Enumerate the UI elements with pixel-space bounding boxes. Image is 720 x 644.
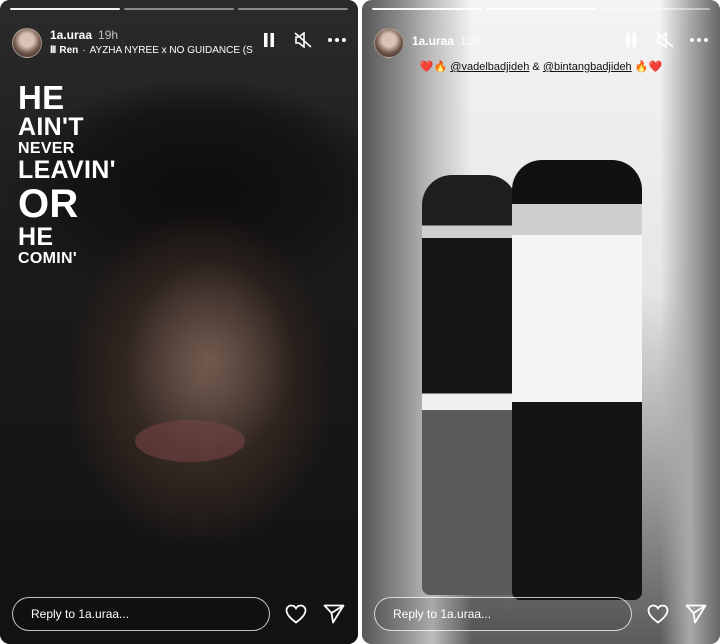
story-progress [372, 8, 710, 10]
more-icon[interactable] [690, 31, 708, 49]
story-header: 1a.uraa 13h [374, 28, 708, 58]
story-progress [10, 8, 348, 10]
person-figure [512, 160, 642, 600]
heart-icon[interactable] [646, 602, 670, 626]
mention-link[interactable]: @bintangbadjideh [543, 61, 632, 73]
send-icon[interactable] [684, 602, 708, 626]
emoji-lead: ❤️🔥 [419, 61, 448, 73]
username[interactable]: 1a.uraa [50, 28, 92, 42]
mention-caption: ❤️🔥 @vadelbadjideh & @bintangbadjideh 🔥❤… [362, 60, 720, 73]
reply-input[interactable]: Reply to 1a.uraa... [12, 597, 270, 631]
mention-link[interactable]: @vadelbadjideh [450, 61, 529, 73]
story-left[interactable]: 1a.uraa 19h lll Ren · AYZHA NYREE x NO G… [0, 0, 358, 644]
story-footer: Reply to 1a.uraa... [374, 596, 708, 632]
progress-segment [124, 8, 234, 10]
music-separator: · [82, 45, 86, 56]
story-image [362, 0, 720, 644]
music-bars-icon: lll [50, 45, 56, 56]
post-time: 13h [460, 34, 481, 48]
mention-joiner: & [532, 61, 540, 73]
lyric-line: HE [18, 223, 54, 251]
lyric-line: COMIN' [18, 250, 77, 267]
music-title: AYZHA NYREE x NO GUIDANCE (S [89, 45, 253, 56]
story-footer: Reply to 1a.uraa... [12, 596, 346, 632]
reply-placeholder: Reply to 1a.uraa... [31, 607, 130, 621]
more-icon[interactable] [328, 31, 346, 49]
lyric-line: NEVER [18, 140, 75, 157]
lyric-line: HE [18, 79, 65, 116]
progress-segment [372, 8, 482, 10]
progress-segment [238, 8, 348, 10]
pause-icon[interactable] [260, 31, 278, 49]
progress-segment [10, 8, 120, 10]
lyric-line: LEAVIN' [18, 156, 116, 184]
story-right[interactable]: 1a.uraa 13h ❤️🔥 @vadelbadjideh & @bintan… [362, 0, 720, 644]
speaker-muted-icon[interactable] [294, 31, 312, 49]
heart-icon[interactable] [284, 602, 308, 626]
music-artist: Ren [59, 45, 79, 56]
lyric-line: OR [18, 182, 79, 226]
avatar[interactable] [374, 28, 404, 58]
reply-placeholder: Reply to 1a.uraa... [393, 607, 492, 621]
username[interactable]: 1a.uraa [412, 34, 454, 48]
lyrics-overlay: HE AIN'T NEVER LEAVIN' OR HE COMIN' [18, 80, 116, 268]
post-time: 19h [98, 28, 119, 42]
speaker-muted-icon[interactable] [656, 31, 674, 49]
send-icon[interactable] [322, 602, 346, 626]
reply-input[interactable]: Reply to 1a.uraa... [374, 597, 632, 631]
progress-segment [486, 8, 596, 10]
lyric-line: AIN'T [18, 113, 84, 141]
story-header: 1a.uraa 19h lll Ren · AYZHA NYREE x NO G… [12, 28, 346, 58]
avatar[interactable] [12, 28, 42, 58]
person-figure [422, 175, 517, 595]
emoji-trail: 🔥❤️ [634, 61, 663, 73]
pause-icon[interactable] [622, 31, 640, 49]
progress-segment [600, 8, 710, 10]
music-sticker[interactable]: lll Ren · AYZHA NYREE x NO GUIDANCE (S [50, 45, 282, 57]
